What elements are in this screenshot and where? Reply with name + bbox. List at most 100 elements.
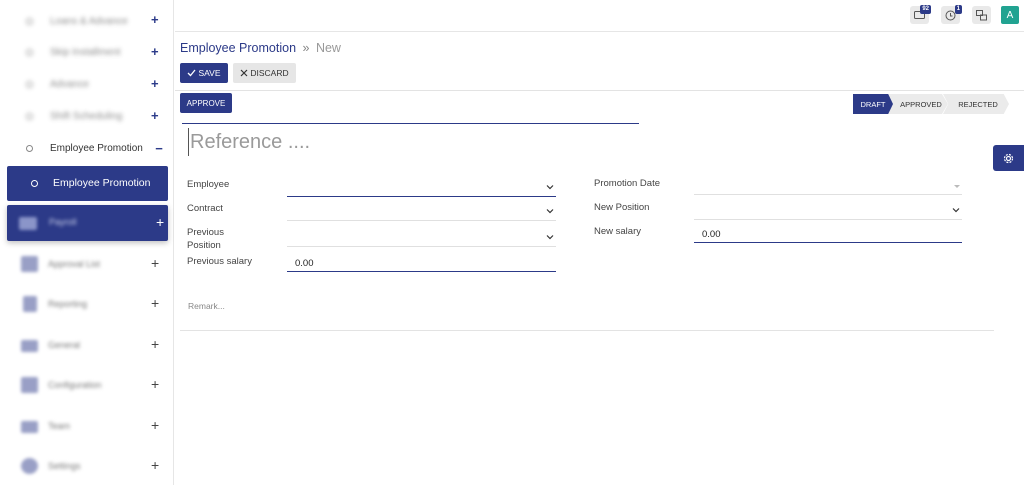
team-icon (21, 421, 38, 433)
discard-button[interactable]: DISCARD (233, 63, 296, 83)
contract-field[interactable] (287, 205, 556, 221)
remark-input[interactable]: Remark... (188, 301, 225, 311)
approve-button[interactable]: APPROVE (180, 93, 232, 113)
sidebar-module-general[interactable]: General + (0, 330, 174, 360)
collapse-icon[interactable]: − (153, 141, 165, 156)
sidebar-item-label: Loans & Advance (50, 15, 128, 27)
sidebar-module-settings[interactable]: Settings + (0, 451, 174, 481)
employee-label: Employee (187, 179, 230, 190)
new-position-label: New Position (594, 202, 650, 213)
settings-tab-button[interactable] (993, 145, 1024, 171)
expand-icon[interactable]: + (151, 376, 159, 392)
sidebar-module-label: Reporting (48, 299, 88, 309)
breadcrumb: Employee Promotion » New (180, 41, 341, 55)
document-icon (23, 296, 37, 312)
save-label: SAVE (198, 68, 221, 78)
expand-icon[interactable]: + (151, 12, 159, 27)
promotion-date-field[interactable] (694, 179, 962, 195)
previous-salary-field[interactable]: 0.00 (287, 256, 556, 272)
expand-icon[interactable]: + (151, 44, 159, 59)
chevron-down-icon (546, 209, 554, 214)
toolbar-divider (175, 90, 1024, 91)
circle-icon (26, 112, 33, 120)
reference-input[interactable] (188, 128, 628, 156)
promotion-date-label: Promotion Date (594, 178, 661, 189)
sidebar-module-label: Approval List (48, 259, 101, 269)
link-icon (21, 377, 38, 393)
list-icon (21, 256, 38, 272)
expand-icon[interactable]: + (151, 295, 159, 311)
reference-underline (182, 123, 639, 124)
circle-icon (26, 48, 33, 56)
caret-down-icon (954, 185, 960, 188)
circle-icon (26, 144, 33, 152)
previous-position-label: Previous Position (187, 227, 224, 251)
sidebar-item-label: Employee Promotion (50, 142, 143, 154)
status-bar: DRAFT APPROVED REJECTED (853, 94, 1009, 114)
settings-icon (21, 458, 38, 474)
sidebar-item-skip-installment[interactable]: Skip Installment (0, 37, 174, 67)
breadcrumb-parent[interactable]: Employee Promotion (180, 41, 296, 55)
breadcrumb-current: New (315, 41, 341, 55)
expand-icon[interactable]: + (151, 417, 159, 433)
new-salary-field[interactable]: 0.00 (694, 227, 962, 243)
expand-icon[interactable]: + (151, 255, 159, 271)
expand-icon[interactable]: + (151, 336, 159, 352)
messages-count-badge: 92 (920, 5, 931, 14)
status-rejected[interactable]: REJECTED (943, 94, 1009, 114)
previous-position-field[interactable] (287, 231, 556, 247)
new-salary-label: New salary (594, 226, 641, 237)
sidebar-module-label: Payroll (49, 217, 77, 227)
chevron-down-icon (546, 185, 554, 190)
sidebar-item-advance[interactable]: Advance (0, 69, 174, 99)
mountain-icon (21, 340, 38, 352)
remark-underline (180, 330, 994, 331)
sidebar-module-reporting[interactable]: Reporting + (0, 289, 174, 319)
sidebar-item-label: Skip Installment (50, 46, 121, 58)
sidebar-module-label: Team (48, 421, 71, 431)
save-button[interactable]: SAVE (180, 63, 228, 83)
sidebar-subitem-employee-promotion[interactable]: Employee Promotion (7, 166, 168, 201)
expand-icon[interactable]: + (151, 108, 159, 123)
close-icon (240, 69, 248, 77)
previous-salary-label: Previous salary (187, 256, 252, 267)
expand-icon[interactable]: + (151, 457, 159, 473)
sidebar-item-label: Advance (50, 78, 89, 90)
sidebar-module-payroll[interactable]: Payroll + (7, 205, 168, 241)
expand-icon[interactable]: + (151, 76, 159, 91)
expand-icon[interactable]: + (156, 214, 164, 230)
payroll-icon (19, 217, 37, 230)
sidebar-item-employee-promotion[interactable]: Employee Promotion − (0, 133, 174, 163)
contract-label: Contract (187, 203, 223, 214)
new-position-field[interactable] (694, 204, 962, 220)
discard-label: DISCARD (250, 68, 289, 78)
chevron-down-icon (952, 208, 960, 213)
sidebar-module-configuration[interactable]: Configuration + (0, 370, 174, 400)
sidebar-module-label: Configuration (48, 380, 102, 390)
employee-field[interactable] (287, 181, 556, 197)
sidebar-module-label: Settings (48, 461, 81, 471)
top-bar: 92 1 A (175, 0, 1024, 32)
breadcrumb-separator: » (302, 41, 310, 55)
chat-bubbles-icon (976, 9, 987, 20)
sidebar-module-approval-list[interactable]: Approval List + (0, 249, 174, 279)
switch-company-button[interactable] (972, 6, 991, 24)
chevron-down-icon (546, 235, 554, 240)
circle-icon (31, 180, 38, 187)
sidebar-module-team[interactable]: Team + (0, 411, 174, 441)
avatar[interactable]: A (1001, 6, 1019, 24)
sidebar: Loans & Advance + Skip Installment + Adv… (0, 0, 174, 485)
status-approved[interactable]: APPROVED (888, 94, 948, 114)
sidebar-item-loans-advance[interactable]: Loans & Advance (0, 6, 174, 36)
status-draft[interactable]: DRAFT (853, 94, 893, 114)
sidebar-subitem-label: Employee Promotion (53, 177, 151, 189)
sidebar-module-label: General (48, 340, 81, 350)
new-salary-value: 0.00 (702, 229, 721, 240)
activity-count-badge: 1 (954, 5, 962, 14)
activity-button[interactable]: 1 (941, 5, 962, 24)
check-icon (188, 69, 196, 77)
sidebar-item-shift-scheduling[interactable]: Shift Scheduling (0, 101, 174, 131)
previous-salary-value: 0.00 (295, 258, 314, 269)
messages-button[interactable]: 92 (910, 5, 931, 24)
circle-icon (26, 80, 33, 88)
